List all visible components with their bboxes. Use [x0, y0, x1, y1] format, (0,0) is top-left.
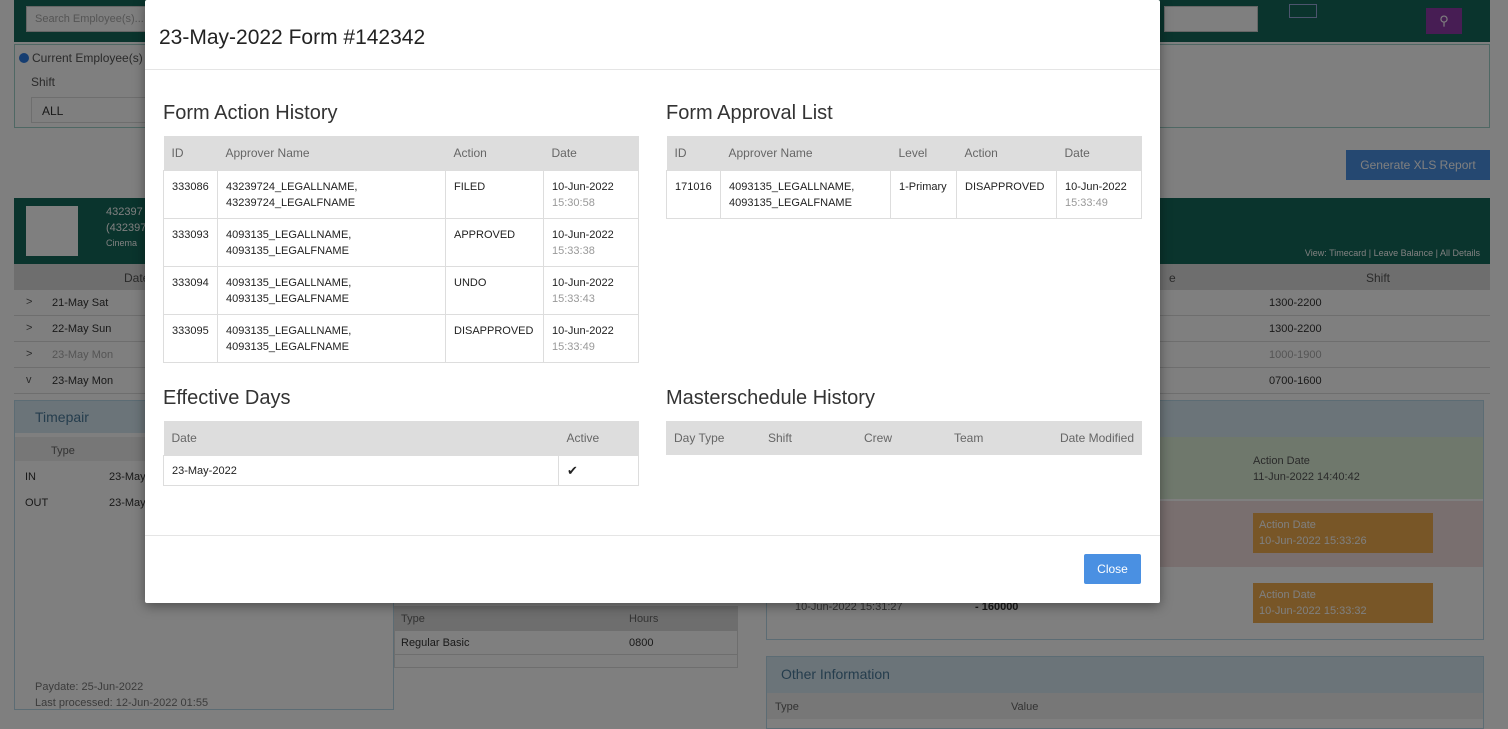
- approval-list-table: ID Approver Name Level Action Date 17101…: [666, 136, 1142, 219]
- modal-title: 23-May-2022 Form #142342: [159, 26, 426, 49]
- close-button[interactable]: Close: [1084, 554, 1141, 584]
- date: 10-Jun-2022: [552, 228, 614, 241]
- action-history-table: ID Approver Name Action Date 333086 4323…: [163, 136, 639, 363]
- cell-name: 43239724_LEGALLNAME, 43239724_LEGALFNAME: [217, 169, 446, 219]
- name-first: 4093135_LEGALFNAME: [226, 244, 349, 257]
- cell-action: UNDO: [445, 265, 544, 315]
- form-details-modal: 23-May-2022 Form #142342 Form Action His…: [145, 0, 1160, 603]
- table-row: 23-May-2022 ✔: [163, 454, 639, 486]
- masterschedule-table: Day Type Shift Crew Team Date Modified: [666, 421, 1142, 455]
- cell-id: 333094: [163, 265, 218, 315]
- modal-footer: Close: [145, 535, 1160, 603]
- col-id: ID: [666, 136, 721, 170]
- cell-id: 333093: [163, 217, 218, 267]
- modal-header: 23-May-2022 Form #142342: [145, 0, 1160, 70]
- name-first: 4093135_LEGALFNAME: [729, 196, 852, 209]
- col-date: Date: [1056, 136, 1142, 170]
- name-last: 4093135_LEGALLNAME,: [226, 228, 352, 241]
- cell-level: 1-Primary: [890, 169, 957, 219]
- name-last: 4093135_LEGALLNAME,: [729, 180, 855, 193]
- cell-active: ✔: [558, 454, 639, 486]
- col-active: Active: [558, 421, 639, 455]
- col-date-modified: Date Modified: [1036, 421, 1142, 455]
- checkmark-icon: ✔: [567, 462, 578, 478]
- col-date: Date: [543, 136, 639, 170]
- cell-action: FILED: [445, 169, 544, 219]
- cell-date: 10-Jun-2022 15:33:49: [543, 313, 639, 363]
- table-row: 333093 4093135_LEGALLNAME, 4093135_LEGALF…: [163, 217, 639, 267]
- table-row: 333095 4093135_LEGALLNAME, 4093135_LEGALF…: [163, 313, 639, 363]
- col-approver-name: Approver Name: [217, 136, 446, 170]
- effective-days-table: Date Active 23-May-2022 ✔: [163, 421, 639, 486]
- cell-action: DISAPPROVED: [445, 313, 544, 363]
- cell-name: 4093135_LEGALLNAME, 4093135_LEGALFNAME: [217, 217, 446, 267]
- name-last: 4093135_LEGALLNAME,: [226, 324, 352, 337]
- table-row: 333094 4093135_LEGALLNAME, 4093135_LEGALF…: [163, 265, 639, 315]
- effective-days: Effective Days Date Active 23-May-2022 ✔: [163, 387, 639, 486]
- cell-date: 10-Jun-2022 15:30:58: [543, 169, 639, 219]
- col-level: Level: [890, 136, 957, 170]
- col-action: Action: [956, 136, 1057, 170]
- time: 15:30:58: [552, 196, 595, 209]
- table-row: 171016 4093135_LEGALLNAME, 4093135_LEGALF…: [666, 169, 1142, 219]
- table-row: 333086 43239724_LEGALLNAME, 43239724_LEGA…: [163, 169, 639, 219]
- cell-id: 333086: [163, 169, 218, 219]
- col-day-type: Day Type: [666, 421, 760, 455]
- time: 15:33:38: [552, 244, 595, 257]
- col-team: Team: [946, 421, 1036, 455]
- col-crew: Crew: [856, 421, 946, 455]
- date: 10-Jun-2022: [1065, 180, 1127, 193]
- col-action: Action: [445, 136, 544, 170]
- name-last: 4093135_LEGALLNAME,: [226, 276, 352, 289]
- col-approver-name: Approver Name: [720, 136, 891, 170]
- cell-name: 4093135_LEGALLNAME, 4093135_LEGALFNAME: [217, 265, 446, 315]
- cell-date: 10-Jun-2022 15:33:43: [543, 265, 639, 315]
- name-first: 43239724_LEGALFNAME: [226, 196, 356, 209]
- time: 15:33:43: [552, 292, 595, 305]
- date: 10-Jun-2022: [552, 276, 614, 289]
- cell-id: 333095: [163, 313, 218, 363]
- name-first: 4093135_LEGALFNAME: [226, 340, 349, 353]
- cell-action: APPROVED: [445, 217, 544, 267]
- time: 15:33:49: [1065, 196, 1108, 209]
- col-shift: Shift: [760, 421, 856, 455]
- section-title: Form Approval List: [666, 102, 833, 124]
- section-title: Form Action History: [163, 102, 338, 124]
- date: 10-Jun-2022: [552, 324, 614, 337]
- cell-date: 23-May-2022: [163, 454, 559, 486]
- cell-date: 10-Jun-2022 15:33:38: [543, 217, 639, 267]
- time: 15:33:49: [552, 340, 595, 353]
- cell-date: 10-Jun-2022 15:33:49: [1056, 169, 1142, 219]
- name-last: 43239724_LEGALLNAME,: [226, 180, 358, 193]
- col-date: Date: [163, 421, 559, 455]
- masterschedule-history: Masterschedule History Day Type Shift Cr…: [666, 387, 1142, 455]
- col-id: ID: [163, 136, 218, 170]
- name-first: 4093135_LEGALFNAME: [226, 292, 349, 305]
- cell-action: DISAPPROVED: [956, 169, 1057, 219]
- cell-id: 171016: [666, 169, 721, 219]
- form-action-history: Form Action History ID Approver Name Act…: [163, 102, 639, 363]
- cell-name: 4093135_LEGALLNAME, 4093135_LEGALFNAME: [720, 169, 891, 219]
- date: 10-Jun-2022: [552, 180, 614, 193]
- form-approval-list: Form Approval List ID Approver Name Leve…: [666, 102, 1142, 219]
- cell-name: 4093135_LEGALLNAME, 4093135_LEGALFNAME: [217, 313, 446, 363]
- section-title: Masterschedule History: [666, 387, 875, 409]
- section-title: Effective Days: [163, 387, 291, 409]
